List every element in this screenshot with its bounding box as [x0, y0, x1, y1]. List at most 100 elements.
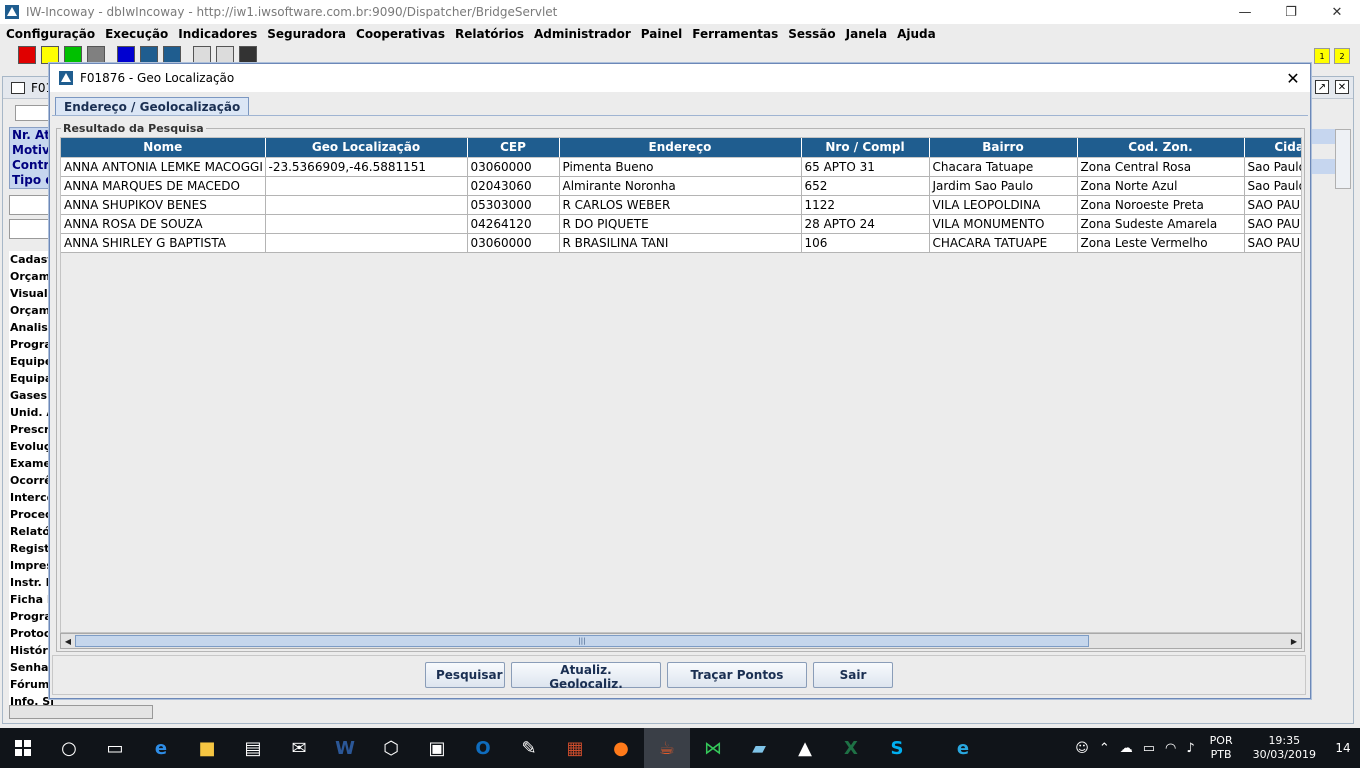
menu-relatorios[interactable]: Relatórios: [451, 27, 530, 41]
frame-maximize-icon[interactable]: ↗: [1315, 80, 1329, 94]
menu-sessao[interactable]: Sessão: [784, 27, 841, 41]
toolbar-button[interactable]: [64, 46, 82, 64]
tracar-pontos-button[interactable]: Traçar Pontos: [667, 662, 807, 688]
dialog-close-icon[interactable]: ✕: [1284, 69, 1302, 88]
bg-list-item[interactable]: Ocorrên: [9, 472, 53, 489]
column-header[interactable]: Endereço: [559, 138, 802, 158]
menu-janela[interactable]: Janela: [842, 27, 893, 41]
visual-studio-icon[interactable]: ⋈: [690, 728, 736, 768]
bg-list-item[interactable]: Relatór: [9, 523, 53, 540]
paint-icon[interactable]: ✎: [506, 728, 552, 768]
edge-icon[interactable]: e: [138, 728, 184, 768]
mail-icon[interactable]: ✉: [276, 728, 322, 768]
column-header[interactable]: Cidade: [1244, 138, 1301, 158]
toolbar-button-1[interactable]: 1: [1314, 48, 1330, 64]
scroll-right-icon[interactable]: ▶: [1287, 634, 1301, 648]
network-app-icon[interactable]: ⬡: [368, 728, 414, 768]
bg-list-item[interactable]: Ficha In: [9, 591, 53, 608]
file-explorer-icon[interactable]: ■: [184, 728, 230, 768]
column-header[interactable]: Cod. Zon.: [1077, 138, 1245, 158]
bg-list-item[interactable]: Prescri: [9, 421, 53, 438]
bg-list-item[interactable]: Orçame: [9, 268, 53, 285]
table-row[interactable]: ANNA SHUPIKOV BENES 05303000 R CARLOS WEBE…: [61, 195, 1301, 215]
atualiz-geolocaliz-button[interactable]: Atualiz. Geolocaliz.: [511, 662, 661, 691]
winrar-icon[interactable]: ▦: [552, 728, 598, 768]
bg-list-item[interactable]: Registr: [9, 540, 53, 557]
windows-start-icon[interactable]: [0, 728, 46, 768]
outlook-icon[interactable]: O: [460, 728, 506, 768]
toolbar-button[interactable]: [140, 46, 158, 64]
bg-list-item[interactable]: Orçame: [9, 302, 53, 319]
remote-app-icon[interactable]: ▣: [414, 728, 460, 768]
bg-vertical-scrollbar[interactable]: [1335, 129, 1351, 189]
column-header[interactable]: Bairro: [929, 138, 1078, 158]
bg-list-item[interactable]: Equipe: [9, 353, 53, 370]
bg-list-item[interactable]: Instr. In: [9, 574, 53, 591]
menu-configuracao[interactable]: Configuração: [2, 27, 101, 41]
search-icon[interactable]: ○: [46, 728, 92, 768]
menu-ajuda[interactable]: Ajuda: [893, 27, 942, 41]
bg-list-item[interactable]: Program: [9, 608, 53, 625]
clock[interactable]: 19:35 30/03/2019: [1243, 734, 1326, 762]
bg-list-item[interactable]: Cadastr: [9, 251, 53, 268]
toolbar-button-2[interactable]: 2: [1334, 48, 1350, 64]
chevron-up-icon[interactable]: ⌃: [1094, 741, 1115, 756]
toolbar-button[interactable]: [41, 46, 59, 64]
menu-seguradora[interactable]: Seguradora: [263, 27, 352, 41]
bg-horizontal-scrollbar[interactable]: [9, 705, 153, 719]
toolbar-button[interactable]: [18, 46, 36, 64]
word-icon[interactable]: W: [322, 728, 368, 768]
menu-cooperativas[interactable]: Cooperativas: [352, 27, 451, 41]
volume-icon[interactable]: ♪: [1181, 741, 1199, 756]
scroll-track[interactable]: |||: [75, 634, 1287, 648]
java-icon[interactable]: ☕: [644, 728, 690, 768]
toolbar-button[interactable]: [117, 46, 135, 64]
bg-list-item[interactable]: Visualiz: [9, 285, 53, 302]
task-view-icon[interactable]: ▭: [92, 728, 138, 768]
table-row[interactable]: ANNA MARQUES DE MACEDO 02043060 Almirante …: [61, 176, 1301, 196]
photos-icon[interactable]: ▲: [782, 728, 828, 768]
bg-list-item[interactable]: Evoluçã: [9, 438, 53, 455]
ie-icon[interactable]: e: [940, 728, 986, 768]
bg-list-item[interactable]: Program: [9, 336, 53, 353]
firefox-icon[interactable]: ●: [598, 728, 644, 768]
table-row[interactable]: ANNA ROSA DE SOUZA 04264120 R DO PIQUETE 28…: [61, 214, 1301, 234]
tab-endereco-geolocalizacao[interactable]: Endereço / Geolocalização: [55, 97, 250, 116]
minimize-button[interactable]: —: [1222, 0, 1268, 24]
battery-icon[interactable]: ▭: [1138, 741, 1160, 756]
menu-ferramentas[interactable]: Ferramentas: [688, 27, 784, 41]
bg-list-item[interactable]: Proced: [9, 506, 53, 523]
notes-app-icon[interactable]: ▰: [736, 728, 782, 768]
table-horizontal-scrollbar[interactable]: ◀ ||| ▶: [60, 633, 1302, 649]
table-row[interactable]: ANNA ANTONIA LEMKE MACOGGI -23.5366909,-4…: [61, 157, 1301, 177]
toolbar-button[interactable]: [193, 46, 211, 64]
bg-list-item[interactable]: Impres: [9, 557, 53, 574]
column-header[interactable]: Nome: [61, 138, 266, 158]
wifi-icon[interactable]: ◠: [1160, 741, 1181, 756]
bg-list-item[interactable]: Unid. At: [9, 404, 53, 421]
menu-administrador[interactable]: Administrador: [530, 27, 637, 41]
menu-painel[interactable]: Painel: [637, 27, 688, 41]
toolbar-button[interactable]: [239, 46, 257, 64]
close-button[interactable]: ✕: [1314, 0, 1360, 24]
bg-list-item[interactable]: Interco: [9, 489, 53, 506]
frame-close-icon[interactable]: ✕: [1335, 80, 1349, 94]
menu-execucao[interactable]: Execução: [101, 27, 174, 41]
column-header[interactable]: Nro / Compl: [801, 138, 930, 158]
maximize-button[interactable]: ❐: [1268, 0, 1314, 24]
menu-indicadores[interactable]: Indicadores: [174, 27, 263, 41]
table-row[interactable]: ANNA SHIRLEY G BAPTISTA 03060000 R BRASILI…: [61, 233, 1301, 253]
toolbar-button[interactable]: [87, 46, 105, 64]
column-header[interactable]: CEP: [467, 138, 560, 158]
language-indicator[interactable]: POR PTB: [1200, 734, 1243, 762]
toolbar-button[interactable]: [163, 46, 181, 64]
bg-field-2[interactable]: [9, 195, 53, 215]
bg-field-3[interactable]: [9, 219, 53, 239]
bg-list-item[interactable]: Equipar: [9, 370, 53, 387]
bg-list-item[interactable]: Protoco: [9, 625, 53, 642]
scroll-left-icon[interactable]: ◀: [61, 634, 75, 648]
bg-list-item[interactable]: Gases I: [9, 387, 53, 404]
bg-list-item[interactable]: Analise: [9, 319, 53, 336]
skype-icon[interactable]: S: [874, 728, 920, 768]
toolbar-button[interactable]: [216, 46, 234, 64]
